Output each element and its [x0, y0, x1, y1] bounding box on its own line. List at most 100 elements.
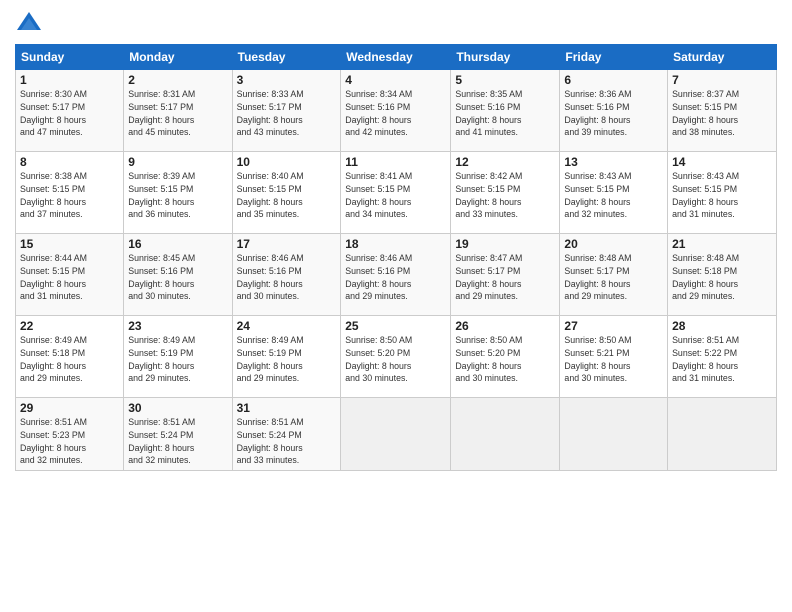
day-number: 16: [128, 237, 227, 251]
day-number: 18: [345, 237, 446, 251]
calendar-header-monday: Monday: [124, 45, 232, 70]
day-number: 27: [564, 319, 663, 333]
day-info: Sunrise: 8:43 AMSunset: 5:15 PMDaylight:…: [672, 170, 772, 221]
day-info: Sunrise: 8:46 AMSunset: 5:16 PMDaylight:…: [237, 252, 337, 303]
day-info: Sunrise: 8:34 AMSunset: 5:16 PMDaylight:…: [345, 88, 446, 139]
day-number: 12: [455, 155, 555, 169]
calendar-cell: 31 Sunrise: 8:51 AMSunset: 5:24 PMDaylig…: [232, 398, 341, 471]
day-info: Sunrise: 8:48 AMSunset: 5:17 PMDaylight:…: [564, 252, 663, 303]
day-number: 10: [237, 155, 337, 169]
day-number: 2: [128, 73, 227, 87]
calendar-cell: 13 Sunrise: 8:43 AMSunset: 5:15 PMDaylig…: [560, 152, 668, 234]
day-number: 22: [20, 319, 119, 333]
calendar-cell: 12 Sunrise: 8:42 AMSunset: 5:15 PMDaylig…: [451, 152, 560, 234]
day-info: Sunrise: 8:36 AMSunset: 5:16 PMDaylight:…: [564, 88, 663, 139]
calendar-week-3: 15 Sunrise: 8:44 AMSunset: 5:15 PMDaylig…: [16, 234, 777, 316]
calendar-header-thursday: Thursday: [451, 45, 560, 70]
calendar-cell: 23 Sunrise: 8:49 AMSunset: 5:19 PMDaylig…: [124, 316, 232, 398]
calendar-header-wednesday: Wednesday: [341, 45, 451, 70]
day-number: 1: [20, 73, 119, 87]
day-number: 29: [20, 401, 119, 415]
calendar-header-row: SundayMondayTuesdayWednesdayThursdayFrid…: [16, 45, 777, 70]
day-info: Sunrise: 8:51 AMSunset: 5:24 PMDaylight:…: [237, 416, 337, 467]
calendar-cell: 10 Sunrise: 8:40 AMSunset: 5:15 PMDaylig…: [232, 152, 341, 234]
calendar-week-5: 29 Sunrise: 8:51 AMSunset: 5:23 PMDaylig…: [16, 398, 777, 471]
day-number: 15: [20, 237, 119, 251]
calendar-week-1: 1 Sunrise: 8:30 AMSunset: 5:17 PMDayligh…: [16, 70, 777, 152]
calendar: SundayMondayTuesdayWednesdayThursdayFrid…: [15, 44, 777, 471]
day-info: Sunrise: 8:49 AMSunset: 5:19 PMDaylight:…: [128, 334, 227, 385]
day-info: Sunrise: 8:48 AMSunset: 5:18 PMDaylight:…: [672, 252, 772, 303]
calendar-cell: 28 Sunrise: 8:51 AMSunset: 5:22 PMDaylig…: [668, 316, 777, 398]
day-number: 7: [672, 73, 772, 87]
day-number: 3: [237, 73, 337, 87]
day-number: 13: [564, 155, 663, 169]
calendar-cell: 27 Sunrise: 8:50 AMSunset: 5:21 PMDaylig…: [560, 316, 668, 398]
calendar-cell: 15 Sunrise: 8:44 AMSunset: 5:15 PMDaylig…: [16, 234, 124, 316]
day-info: Sunrise: 8:50 AMSunset: 5:20 PMDaylight:…: [455, 334, 555, 385]
day-number: 14: [672, 155, 772, 169]
day-info: Sunrise: 8:39 AMSunset: 5:15 PMDaylight:…: [128, 170, 227, 221]
calendar-cell: 8 Sunrise: 8:38 AMSunset: 5:15 PMDayligh…: [16, 152, 124, 234]
calendar-cell: 2 Sunrise: 8:31 AMSunset: 5:17 PMDayligh…: [124, 70, 232, 152]
day-info: Sunrise: 8:38 AMSunset: 5:15 PMDaylight:…: [20, 170, 119, 221]
calendar-cell: 7 Sunrise: 8:37 AMSunset: 5:15 PMDayligh…: [668, 70, 777, 152]
calendar-header-tuesday: Tuesday: [232, 45, 341, 70]
day-info: Sunrise: 8:41 AMSunset: 5:15 PMDaylight:…: [345, 170, 446, 221]
header: [15, 10, 777, 38]
calendar-cell: 1 Sunrise: 8:30 AMSunset: 5:17 PMDayligh…: [16, 70, 124, 152]
day-number: 4: [345, 73, 446, 87]
day-info: Sunrise: 8:50 AMSunset: 5:20 PMDaylight:…: [345, 334, 446, 385]
calendar-cell: 29 Sunrise: 8:51 AMSunset: 5:23 PMDaylig…: [16, 398, 124, 471]
day-info: Sunrise: 8:30 AMSunset: 5:17 PMDaylight:…: [20, 88, 119, 139]
day-number: 17: [237, 237, 337, 251]
calendar-cell: 25 Sunrise: 8:50 AMSunset: 5:20 PMDaylig…: [341, 316, 451, 398]
day-info: Sunrise: 8:37 AMSunset: 5:15 PMDaylight:…: [672, 88, 772, 139]
calendar-cell: 24 Sunrise: 8:49 AMSunset: 5:19 PMDaylig…: [232, 316, 341, 398]
day-info: Sunrise: 8:31 AMSunset: 5:17 PMDaylight:…: [128, 88, 227, 139]
day-info: Sunrise: 8:46 AMSunset: 5:16 PMDaylight:…: [345, 252, 446, 303]
day-info: Sunrise: 8:51 AMSunset: 5:22 PMDaylight:…: [672, 334, 772, 385]
day-info: Sunrise: 8:35 AMSunset: 5:16 PMDaylight:…: [455, 88, 555, 139]
calendar-cell: [560, 398, 668, 471]
day-info: Sunrise: 8:43 AMSunset: 5:15 PMDaylight:…: [564, 170, 663, 221]
day-number: 24: [237, 319, 337, 333]
day-number: 31: [237, 401, 337, 415]
day-number: 26: [455, 319, 555, 333]
calendar-cell: [668, 398, 777, 471]
calendar-cell: 17 Sunrise: 8:46 AMSunset: 5:16 PMDaylig…: [232, 234, 341, 316]
calendar-cell: [341, 398, 451, 471]
calendar-cell: 11 Sunrise: 8:41 AMSunset: 5:15 PMDaylig…: [341, 152, 451, 234]
calendar-cell: 9 Sunrise: 8:39 AMSunset: 5:15 PMDayligh…: [124, 152, 232, 234]
calendar-cell: 26 Sunrise: 8:50 AMSunset: 5:20 PMDaylig…: [451, 316, 560, 398]
calendar-cell: 18 Sunrise: 8:46 AMSunset: 5:16 PMDaylig…: [341, 234, 451, 316]
day-number: 25: [345, 319, 446, 333]
calendar-cell: 14 Sunrise: 8:43 AMSunset: 5:15 PMDaylig…: [668, 152, 777, 234]
page: SundayMondayTuesdayWednesdayThursdayFrid…: [0, 0, 792, 612]
calendar-header-sunday: Sunday: [16, 45, 124, 70]
calendar-cell: 20 Sunrise: 8:48 AMSunset: 5:17 PMDaylig…: [560, 234, 668, 316]
calendar-cell: 3 Sunrise: 8:33 AMSunset: 5:17 PMDayligh…: [232, 70, 341, 152]
calendar-cell: 22 Sunrise: 8:49 AMSunset: 5:18 PMDaylig…: [16, 316, 124, 398]
calendar-cell: 4 Sunrise: 8:34 AMSunset: 5:16 PMDayligh…: [341, 70, 451, 152]
calendar-cell: 16 Sunrise: 8:45 AMSunset: 5:16 PMDaylig…: [124, 234, 232, 316]
day-number: 28: [672, 319, 772, 333]
logo: [15, 10, 47, 38]
day-info: Sunrise: 8:42 AMSunset: 5:15 PMDaylight:…: [455, 170, 555, 221]
day-number: 21: [672, 237, 772, 251]
day-number: 23: [128, 319, 227, 333]
day-info: Sunrise: 8:49 AMSunset: 5:19 PMDaylight:…: [237, 334, 337, 385]
day-info: Sunrise: 8:49 AMSunset: 5:18 PMDaylight:…: [20, 334, 119, 385]
calendar-cell: 6 Sunrise: 8:36 AMSunset: 5:16 PMDayligh…: [560, 70, 668, 152]
day-info: Sunrise: 8:51 AMSunset: 5:23 PMDaylight:…: [20, 416, 119, 467]
day-number: 5: [455, 73, 555, 87]
calendar-week-2: 8 Sunrise: 8:38 AMSunset: 5:15 PMDayligh…: [16, 152, 777, 234]
calendar-week-4: 22 Sunrise: 8:49 AMSunset: 5:18 PMDaylig…: [16, 316, 777, 398]
calendar-header-friday: Friday: [560, 45, 668, 70]
day-number: 6: [564, 73, 663, 87]
day-info: Sunrise: 8:33 AMSunset: 5:17 PMDaylight:…: [237, 88, 337, 139]
day-info: Sunrise: 8:50 AMSunset: 5:21 PMDaylight:…: [564, 334, 663, 385]
day-number: 9: [128, 155, 227, 169]
day-info: Sunrise: 8:47 AMSunset: 5:17 PMDaylight:…: [455, 252, 555, 303]
day-number: 19: [455, 237, 555, 251]
